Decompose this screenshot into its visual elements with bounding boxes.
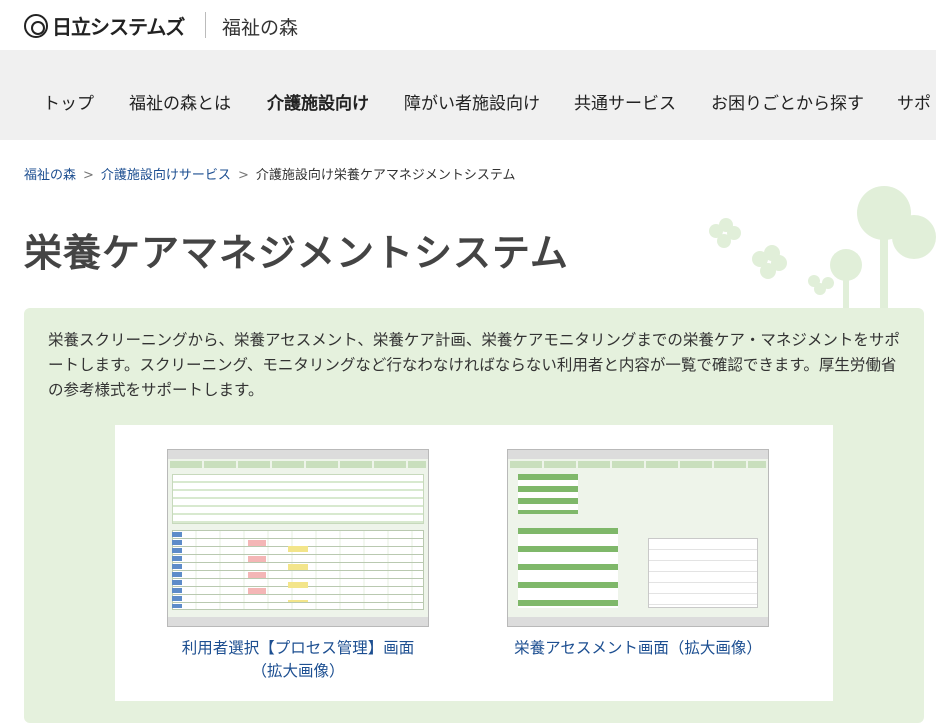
caption-line[interactable]: 栄養アセスメント画面（拡大画像） [507, 637, 769, 660]
process-management-screenshot[interactable] [167, 449, 429, 627]
product-panel: 栄養スクリーニングから、栄養アセスメント、栄養ケア計画、栄養ケアモニタリングまで… [24, 308, 924, 723]
site-name[interactable]: 福祉の森 [222, 13, 298, 40]
breadcrumb-care-services[interactable]: 介護施設向けサービス [101, 168, 231, 183]
nav-item-care-facilities[interactable]: 介護施設向け [267, 89, 369, 114]
breadcrumb-separator: > [237, 168, 249, 183]
nav-item-support[interactable]: サポ [897, 89, 931, 114]
gallery-caption-nutrition-assessment[interactable]: 栄養アセスメント画面（拡大画像） [507, 637, 769, 660]
nav-item-find-by-problem[interactable]: お困りごとから探す [711, 89, 864, 114]
breadcrumb-current: 介護施設向け栄養ケアマネジメントシステム [255, 168, 516, 183]
breadcrumb-separator: > [83, 168, 94, 183]
nav-item-top[interactable]: トップ [43, 89, 94, 114]
breadcrumb: 福祉の森 > 介護施設向けサービス > 介護施設向け栄養ケアマネジメントシステム [24, 164, 515, 183]
breadcrumb-home[interactable]: 福祉の森 [24, 168, 76, 183]
gallery-caption-process-management[interactable]: 利用者選択【プロセス管理】画面 （拡大画像） [167, 637, 429, 683]
nav-item-disability-facilities[interactable]: 障がい者施設向け [404, 89, 540, 114]
header-divider [205, 12, 206, 38]
brand-name: 日立システムズ [52, 15, 185, 39]
screenshot-gallery: 利用者選択【プロセス管理】画面 （拡大画像） 栄養アセスメント画面（拡大画像） [115, 425, 833, 701]
nav-item-common-services[interactable]: 共通サービス [574, 89, 676, 114]
caption-line[interactable]: （拡大画像） [167, 660, 429, 683]
site-header: 日立システムズ 福祉の森 [0, 0, 936, 50]
brand-logo[interactable]: 日立システムズ [24, 11, 185, 40]
nav-item-about[interactable]: 福祉の森とは [129, 89, 231, 114]
nutrition-assessment-screenshot[interactable] [507, 449, 769, 627]
product-description: 栄養スクリーニングから、栄養アセスメント、栄養ケア計画、栄養ケアモニタリングまで… [48, 331, 900, 399]
hitachi-logo-icon [24, 13, 48, 38]
global-nav: トップ 福祉の森とは 介護施設向け 障がい者施設向け 共通サービス お困りごとか… [0, 50, 936, 140]
forest-decoration-icon [709, 186, 936, 310]
caption-line[interactable]: 利用者選択【プロセス管理】画面 [167, 637, 429, 660]
page-title: 栄養ケアマネジメントシステム [24, 231, 569, 275]
